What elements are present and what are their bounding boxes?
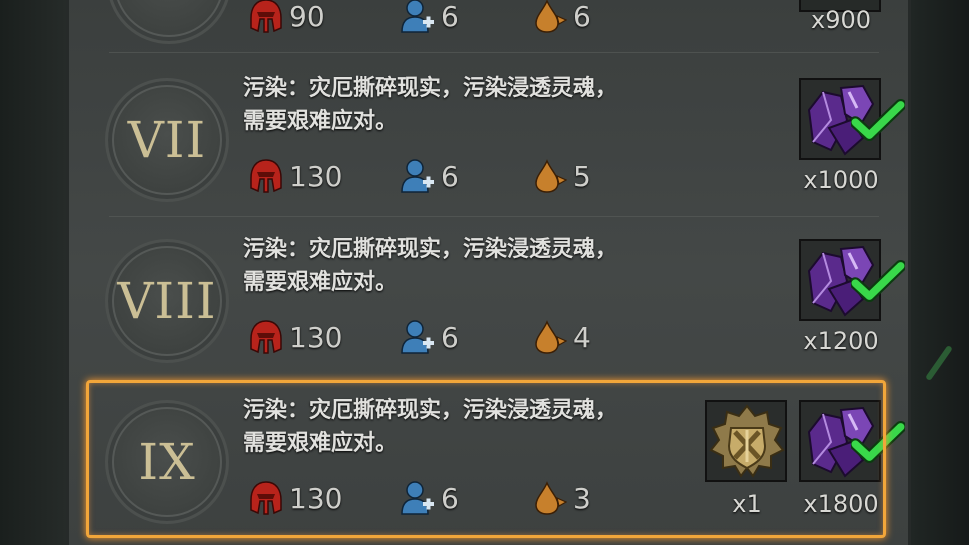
players-stat: 6 — [401, 317, 459, 357]
attack-value: 90 — [289, 0, 325, 33]
players-stat: 6 — [401, 156, 459, 196]
drop-icon — [533, 319, 567, 355]
drop-icon — [533, 158, 567, 194]
attack-stat: 130 — [249, 156, 342, 196]
claimed-check-icon — [851, 259, 905, 303]
level-description: 污染：灾厄撕碎现实，污染浸透灵魂， 需要艰难应对。 — [243, 72, 617, 138]
reward-quantity: x1200 — [803, 327, 879, 355]
players-value: 6 — [441, 159, 459, 193]
helmet-icon — [249, 0, 283, 34]
level-numeral: VII — [127, 111, 207, 169]
reward-quantity: x900 — [810, 6, 871, 34]
background-left — [0, 0, 66, 545]
description-line-1: 污染：灾厄撕碎现实，污染浸透灵魂， — [243, 76, 618, 101]
players-value: 6 — [441, 320, 459, 354]
description-line-2: 需要艰难应对。 — [243, 109, 398, 134]
drop-icon — [533, 0, 567, 34]
attack-value: 130 — [289, 320, 343, 354]
level-row[interactable]: VIII 污染：灾厄撕碎现实，污染浸透灵魂， 需要艰难应对。 130 6 4 x… — [69, 217, 908, 377]
background-right — [911, 0, 969, 545]
attack-value: 130 — [289, 159, 343, 193]
drops-value: 6 — [573, 0, 591, 33]
players-stat: 6 — [401, 0, 459, 36]
drops-stat: 4 — [533, 317, 591, 357]
current-level-highlight — [86, 380, 886, 538]
description-line-2: 需要艰难应对。 — [243, 270, 398, 295]
row-divider — [109, 52, 879, 53]
level-numeral: VIII — [117, 272, 217, 330]
player-icon — [401, 319, 435, 355]
attack-stat: 130 — [249, 317, 342, 357]
description-line-1: 污染：灾厄撕碎现实，污染浸透灵魂， — [243, 237, 618, 262]
level-description: 污染：灾厄撕碎现实，污染浸透灵魂， 需要艰难应对。 — [243, 233, 617, 299]
level-medal-partial — [107, 0, 231, 44]
helmet-icon — [249, 319, 283, 355]
helmet-icon — [249, 158, 283, 194]
level-row[interactable]: VII 污染：灾厄撕碎现实，污染浸透灵魂， 需要艰难应对。 130 6 5 x1… — [69, 56, 908, 216]
claimed-check-icon — [851, 98, 905, 142]
level-row-partial: 90 6 6 x900 — [69, 0, 908, 52]
players-value: 6 — [441, 0, 459, 33]
reward-quantity: x1000 — [803, 166, 879, 194]
drops-value: 4 — [573, 320, 591, 354]
drops-value: 5 — [573, 159, 591, 193]
drops-stat: 6 — [533, 0, 591, 36]
level-medal: VII — [105, 78, 229, 202]
level-medal: VIII — [105, 239, 229, 363]
drops-stat: 5 — [533, 156, 591, 196]
player-icon — [401, 158, 435, 194]
player-icon — [401, 0, 435, 34]
attack-stat: 90 — [249, 0, 325, 36]
